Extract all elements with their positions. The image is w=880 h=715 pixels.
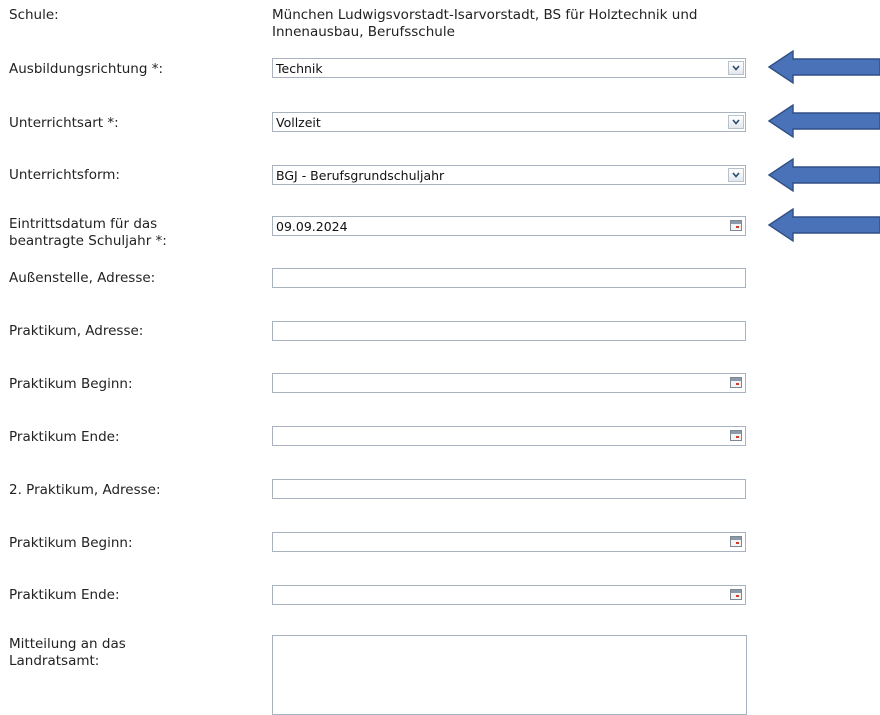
chevron-down-icon[interactable] [728,168,744,182]
calendar-icon[interactable] [730,589,742,600]
arrow-left-icon [767,49,880,85]
chevron-down-icon[interactable] [728,61,744,75]
unterrichtsart-select[interactable]: Vollzeit [272,112,746,132]
praktikum2-adresse-input[interactable] [272,479,746,499]
calendar-icon[interactable] [730,536,742,547]
mitteilung-textarea[interactable] [272,635,747,715]
arrow-left-icon [767,103,880,139]
ausbildungsrichtung-label: Ausbildungsrichtung *: [9,61,164,77]
schule-value-line1: München Ludwigsvorstadt-Isarvorstadt, BS… [272,7,698,23]
calendar-icon[interactable] [730,377,742,388]
unterrichtsform-value: BGJ - Berufsgrundschuljahr [276,168,445,183]
eintrittsdatum-label-line1: Eintrittsdatum für das [9,216,158,232]
mitteilung-label: Mitteilung an das Landratsamt: [9,636,126,670]
praktikum-adresse-label: Praktikum, Adresse: [9,323,144,339]
ausbildungsrichtung-select[interactable]: Technik [272,58,746,78]
schule-label: Schule: [9,7,59,23]
praktikum2-ende-label: Praktikum Ende: [9,587,120,603]
praktikum2-beginn-input[interactable] [272,532,746,552]
schule-value: München Ludwigsvorstadt-Isarvorstadt, BS… [272,7,832,41]
mitteilung-label-line2: Landratsamt: [9,653,100,669]
arrow-left-icon [767,207,880,243]
chevron-down-icon[interactable] [728,115,744,129]
praktikum-beginn-input[interactable] [272,373,746,393]
calendar-icon[interactable] [730,430,742,441]
arrow-left-icon [767,157,880,193]
praktikum-beginn-label: Praktikum Beginn: [9,376,133,392]
unterrichtsart-value: Vollzeit [276,115,321,130]
eintrittsdatum-label: Eintrittsdatum für das beantragte Schulj… [9,216,167,250]
eintrittsdatum-value: 09.09.2024 [276,219,348,234]
eintrittsdatum-label-line2: beantragte Schuljahr *: [9,233,167,249]
eintrittsdatum-input[interactable]: 09.09.2024 [272,216,746,236]
praktikum2-beginn-label: Praktikum Beginn: [9,535,133,551]
aussenstelle-input[interactable] [272,268,746,288]
praktikum2-adresse-label: 2. Praktikum, Adresse: [9,482,161,498]
ausbildungsrichtung-value: Technik [276,61,323,76]
mitteilung-label-line1: Mitteilung an das [9,636,126,652]
unterrichtsart-label: Unterrichtsart *: [9,115,119,131]
calendar-icon[interactable] [730,220,742,231]
schule-value-line2: Innenausbau, Berufsschule [272,24,455,40]
praktikum-ende-input[interactable] [272,426,746,446]
unterrichtsform-select[interactable]: BGJ - Berufsgrundschuljahr [272,165,746,185]
praktikum-ende-label: Praktikum Ende: [9,429,120,445]
unterrichtsform-label: Unterrichtsform: [9,167,120,183]
aussenstelle-label: Außenstelle, Adresse: [9,270,156,286]
praktikum2-ende-input[interactable] [272,585,746,605]
praktikum-adresse-input[interactable] [272,321,746,341]
